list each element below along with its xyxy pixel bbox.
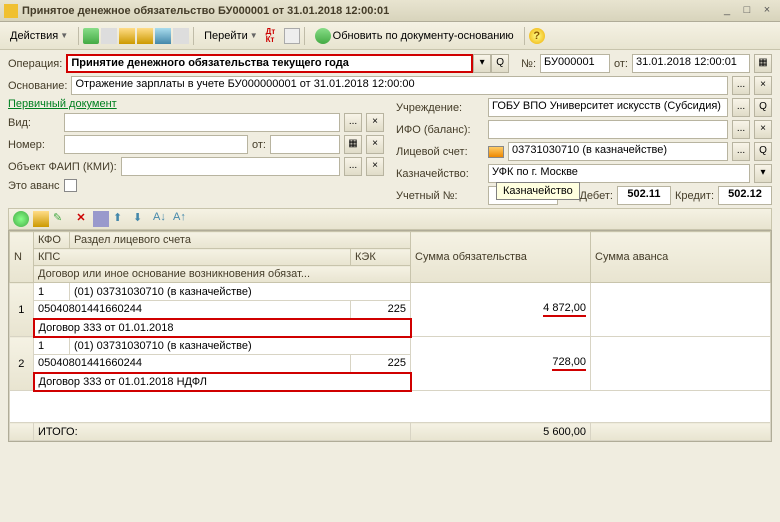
type-clear[interactable]: × <box>366 113 384 132</box>
toolbar: Действия ▼ Перейти ▼ ДтКт Обновить по до… <box>0 22 780 50</box>
refresh-icon <box>315 28 331 44</box>
delete-icon[interactable]: ✕ <box>73 211 89 227</box>
col-kfo[interactable]: КФО <box>34 232 70 249</box>
moveup-icon[interactable]: ⬆ <box>113 211 129 227</box>
grid-toolbar: ✎ ✕ ⬆ ⬇ A↓ A↑ <box>8 208 772 230</box>
actions-menu[interactable]: Действия ▼ <box>4 28 74 44</box>
number-label: №: <box>521 58 536 70</box>
maximize-button[interactable]: □ <box>738 4 756 18</box>
minimize-button[interactable]: _ <box>718 4 736 18</box>
help-icon[interactable]: ? <box>529 28 545 44</box>
sum-value: 4 872,00 <box>543 302 586 317</box>
grid: N КФО Раздел лицевого счета Сумма обязат… <box>8 230 772 442</box>
date2-picker[interactable]: ▦ <box>344 135 362 154</box>
basis-clear[interactable]: × <box>754 76 772 95</box>
date-picker[interactable]: ▦ <box>754 54 772 73</box>
credit-label: Кредит: <box>675 190 714 202</box>
credit-input[interactable]: 502.12 <box>718 186 772 205</box>
institution-search[interactable]: Q <box>754 98 772 117</box>
edit-icon[interactable]: ✎ <box>53 211 69 227</box>
pa-label: Лицевой счет: <box>396 146 484 158</box>
card-icon <box>488 146 504 158</box>
advance-label: Это аванс <box>8 180 60 192</box>
sum-value: 728,00 <box>552 356 586 371</box>
faip-input[interactable] <box>121 157 340 176</box>
ifo-label: ИФО (баланс): <box>396 124 484 136</box>
tooltip: Казначейство <box>496 182 580 200</box>
debit-input[interactable]: 502.11 <box>617 186 671 205</box>
ifo-clear[interactable]: × <box>754 120 772 139</box>
col-kps[interactable]: КПС <box>34 249 351 266</box>
update-button[interactable]: Обновить по документу-основанию <box>309 26 520 46</box>
institution-input[interactable]: ГОБУ ВПО Университет искусств (Субсидия) <box>488 98 728 117</box>
contract-cell[interactable]: Договор 333 от 01.01.2018 НДФЛ <box>34 373 411 391</box>
institution-select[interactable]: ... <box>732 98 750 117</box>
operation-clear[interactable]: Q <box>491 54 509 73</box>
date2-clear[interactable]: × <box>366 135 384 154</box>
pa-input[interactable]: 03731030710 (в казначействе) <box>508 142 728 161</box>
table-row[interactable]: 1 1 (01) 03731030710 (в казначействе) 4 … <box>10 283 771 301</box>
operation-input[interactable]: Принятие денежного обязательства текущег… <box>66 54 473 73</box>
institution-label: Учреждение: <box>396 102 484 114</box>
report-icon[interactable] <box>173 28 189 44</box>
date-input[interactable]: 31.01.2018 12:00:01 <box>632 54 750 73</box>
ifo-select[interactable]: ... <box>732 120 750 139</box>
back-icon[interactable] <box>101 28 117 44</box>
from2-label: от: <box>252 139 266 151</box>
treasury-label: Казначейство: <box>396 168 484 180</box>
accno-label: Учетный №: <box>396 190 484 202</box>
titlebar: Принятое денежное обязательство БУ000001… <box>0 0 780 22</box>
number2-label: Номер: <box>8 139 60 151</box>
save2-icon[interactable] <box>93 211 109 227</box>
save-icon[interactable] <box>119 28 135 44</box>
goto-menu[interactable]: Перейти ▼ <box>198 28 264 44</box>
doc-icon <box>4 4 18 18</box>
window-title: Принятое денежное обязательство БУ000001… <box>22 5 716 17</box>
movedown-icon[interactable]: ⬇ <box>133 211 149 227</box>
copy-icon[interactable] <box>137 28 153 44</box>
type-label: Вид: <box>8 117 60 129</box>
col-kek[interactable]: КЭК <box>351 249 411 266</box>
advance-checkbox[interactable] <box>64 179 77 192</box>
col-n[interactable]: N <box>10 232 34 283</box>
type-select[interactable]: ... <box>344 113 362 132</box>
faip-select[interactable]: ... <box>344 157 362 176</box>
faip-clear[interactable]: × <box>366 157 384 176</box>
sortasc-icon[interactable]: A↓ <box>153 211 169 227</box>
add-icon[interactable] <box>13 211 29 227</box>
basis-input[interactable]: Отражение зарплаты в учете БУ000000001 о… <box>71 76 728 95</box>
close-button[interactable]: × <box>758 4 776 18</box>
play-icon[interactable] <box>83 28 99 44</box>
type-input[interactable] <box>64 113 340 132</box>
total-row: ИТОГО: 5 600,00 <box>10 423 771 441</box>
table-row[interactable]: 2 1 (01) 03731030710 (в казначействе) 72… <box>10 337 771 355</box>
basis-select[interactable]: ... <box>732 76 750 95</box>
form-area: Операция: Принятие денежного обязательст… <box>0 50 780 446</box>
pa-select[interactable]: ... <box>732 142 750 161</box>
number2-input[interactable] <box>64 135 248 154</box>
treasury-input[interactable]: УФК по г. Москве <box>488 164 750 183</box>
ifo-input[interactable] <box>488 120 728 139</box>
operation-dropdown[interactable]: ▾ <box>473 54 491 73</box>
dtkr-icon[interactable]: ДтКт <box>266 28 282 44</box>
col-adv[interactable]: Сумма аванса <box>591 232 771 283</box>
contract-cell[interactable]: Договор 333 от 01.01.2018 <box>34 319 411 337</box>
debit-label: Дебет: <box>579 190 612 202</box>
sortdesc-icon[interactable]: A↑ <box>173 211 189 227</box>
addcopy-icon[interactable] <box>33 211 49 227</box>
col-contract[interactable]: Договор или иное основание возникновения… <box>34 266 411 283</box>
primary-doc-link[interactable]: Первичный документ <box>8 98 117 110</box>
col-sum[interactable]: Сумма обязательства <box>411 232 591 283</box>
basis-label: Основание: <box>8 80 67 92</box>
pa-search[interactable]: Q <box>754 142 772 161</box>
operation-label: Операция: <box>8 58 62 70</box>
treasury-dropdown[interactable]: ▾ <box>754 164 772 183</box>
from-label: от: <box>614 58 628 70</box>
struct-icon[interactable] <box>155 28 171 44</box>
faip-label: Объект ФАИП (КМИ): <box>8 161 117 173</box>
col-section[interactable]: Раздел лицевого счета <box>70 232 411 249</box>
number-input[interactable]: БУ000001 <box>540 54 610 73</box>
date2-input[interactable] <box>270 135 340 154</box>
list-icon[interactable] <box>284 28 300 44</box>
